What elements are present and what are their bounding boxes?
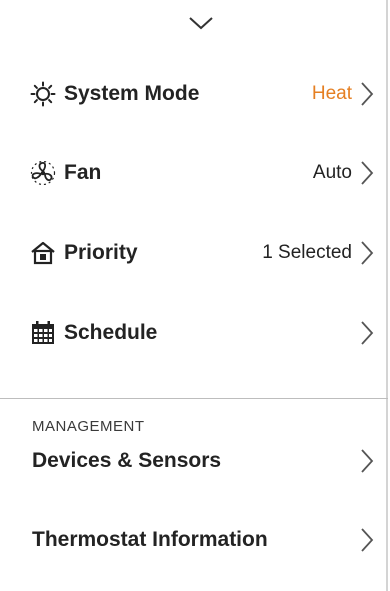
collapse-button[interactable] [184, 12, 218, 34]
priority-value: 1 Selected [262, 242, 352, 263]
schedule-row[interactable]: Schedule [30, 305, 388, 361]
home-priority-icon [30, 239, 58, 267]
chevron-right-icon [360, 526, 378, 554]
chevron-right-icon [360, 80, 378, 108]
system-mode-value: Heat [311, 83, 352, 104]
chevron-right-icon [360, 447, 378, 475]
settings-panel: System Mode Heat Fan Auto Priority 1 Sel… [0, 0, 388, 591]
fan-icon [30, 159, 58, 187]
section-divider [0, 398, 388, 399]
chevron-down-icon [189, 17, 213, 30]
fan-value: Auto [312, 162, 352, 183]
priority-row[interactable]: Priority 1 Selected [30, 225, 388, 281]
chevron-right-icon [360, 239, 378, 267]
priority-label: Priority [64, 241, 138, 264]
schedule-label: Schedule [64, 321, 158, 344]
devices-sensors-label: Devices & Sensors [32, 449, 222, 472]
fan-label: Fan [64, 161, 102, 184]
devices-sensors-row[interactable]: Devices & Sensors [32, 433, 388, 489]
thermostat-information-row[interactable]: Thermostat Information [32, 512, 388, 568]
thermostat-information-label: Thermostat Information [32, 528, 268, 551]
chevron-right-icon [360, 319, 378, 347]
fan-row[interactable]: Fan Auto [30, 145, 388, 201]
system-mode-label: System Mode [64, 82, 200, 105]
sun-gear-icon [30, 80, 58, 108]
calendar-icon [30, 319, 58, 347]
chevron-right-icon [360, 159, 378, 187]
system-mode-row[interactable]: System Mode Heat [30, 66, 388, 122]
